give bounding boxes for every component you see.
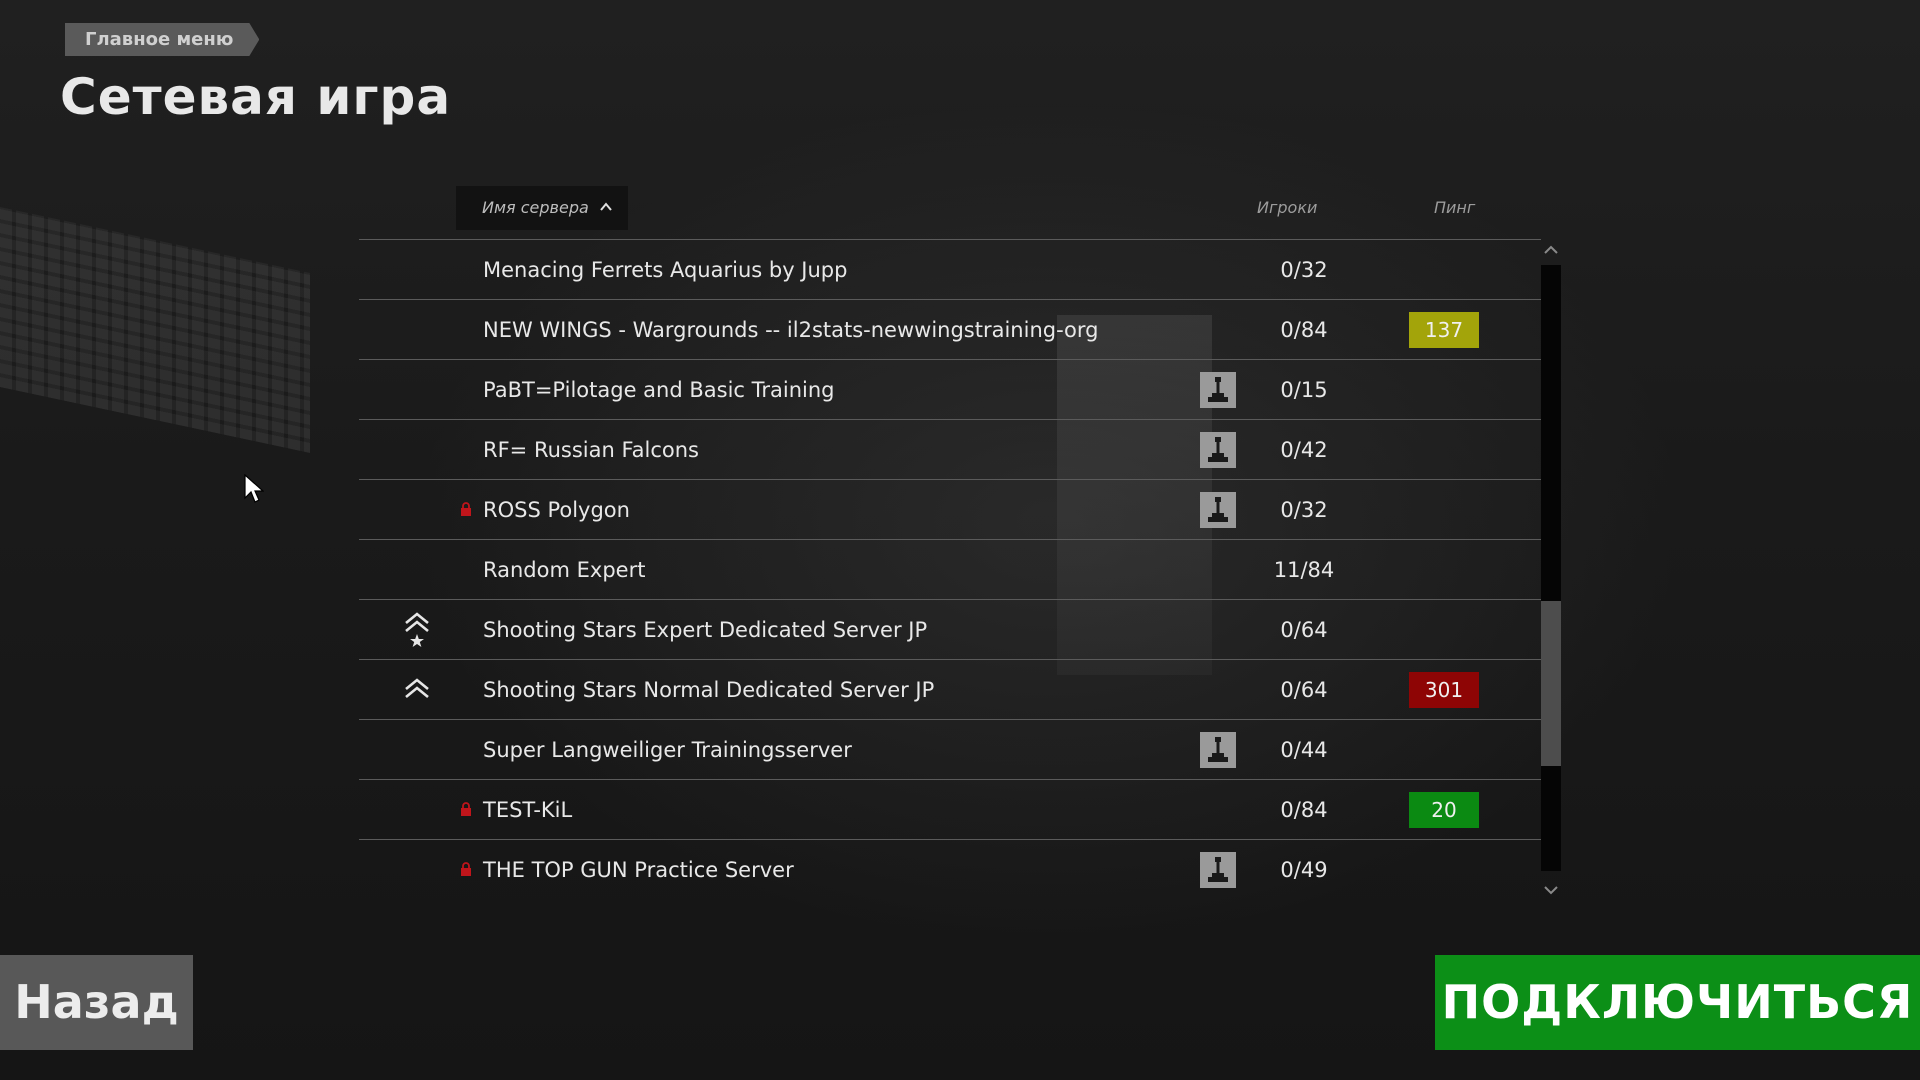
table-row[interactable]: Random Expert 11/84 (359, 540, 1541, 600)
server-name: Shooting Stars Normal Dedicated Server J… (483, 678, 935, 702)
joystick-icon (1200, 372, 1236, 408)
player-count: 0/49 (1280, 858, 1328, 882)
server-name: ROSS Polygon (483, 498, 630, 522)
column-header-players[interactable]: Игроки (1257, 186, 1317, 230)
server-list: Menacing Ferrets Aquarius by Jupp 0/32 NEW… (359, 240, 1541, 900)
sort-ascending-icon (600, 202, 612, 211)
table-row[interactable]: NEW WINGS - Wargrounds -- il2stats-newwi… (359, 300, 1541, 360)
scroll-down-arrow-icon[interactable] (1541, 883, 1561, 897)
joystick-icon (1200, 432, 1236, 468)
rank-expert-icon (405, 612, 429, 647)
breadcrumb-main-menu[interactable]: Главное меню (65, 23, 259, 56)
back-button[interactable]: Назад (0, 955, 193, 1050)
table-header: Имя сервера Игроки Пинг (359, 186, 1541, 240)
player-count: 0/84 (1280, 318, 1328, 342)
rank-normal-icon (405, 678, 429, 699)
table-row[interactable]: Shooting Stars Normal Dedicated Server J… (359, 660, 1541, 720)
table-row[interactable]: ROSS Polygon 0/32 (359, 480, 1541, 540)
server-name: Shooting Stars Expert Dedicated Server J… (483, 618, 928, 642)
column-header-server-name-label: Имя сервера (482, 198, 589, 217)
table-row[interactable]: THE TOP GUN Practice Server 0/49 (359, 840, 1541, 900)
mouse-cursor-icon (244, 474, 264, 503)
server-name: TEST-KiL (483, 798, 573, 822)
scrollbar-track[interactable] (1541, 265, 1561, 871)
player-count: 0/84 (1280, 798, 1328, 822)
player-count: 0/42 (1280, 438, 1328, 462)
server-name: Random Expert (483, 558, 646, 582)
connect-button[interactable]: ПОДКЛЮЧИТЬСЯ (1435, 955, 1920, 1050)
ping-badge: 301 (1409, 672, 1479, 708)
player-count: 0/32 (1280, 498, 1328, 522)
player-count: 0/44 (1280, 738, 1328, 762)
joystick-icon (1200, 852, 1236, 888)
lock-icon (461, 862, 471, 876)
scrollbar-thumb[interactable] (1541, 601, 1561, 766)
player-count: 0/15 (1280, 378, 1328, 402)
column-header-ping[interactable]: Пинг (1434, 186, 1475, 230)
server-name: THE TOP GUN Practice Server (483, 858, 794, 882)
table-row[interactable]: Super Langweiliger Trainingsserver 0/44 (359, 720, 1541, 780)
lock-icon (461, 502, 471, 516)
server-name: Menacing Ferrets Aquarius by Jupp (483, 258, 848, 282)
page-title: Сетевая игра (60, 68, 452, 126)
player-count: 11/84 (1273, 558, 1335, 582)
player-count: 0/64 (1280, 618, 1328, 642)
table-row[interactable]: TEST-KiL 0/84 20 (359, 780, 1541, 840)
table-row[interactable]: PaBT=Pilotage and Basic Training 0/15 (359, 360, 1541, 420)
ping-badge: 20 (1409, 792, 1479, 828)
table-row[interactable]: RF= Russian Falcons 0/42 (359, 420, 1541, 480)
server-table: Имя сервера Игроки Пинг Menacing Ferrets… (359, 186, 1541, 888)
background-grid (0, 207, 310, 453)
server-name: RF= Russian Falcons (483, 438, 699, 462)
column-header-server-name[interactable]: Имя сервера (456, 186, 628, 230)
joystick-icon (1200, 732, 1236, 768)
table-row[interactable]: Menacing Ferrets Aquarius by Jupp 0/32 (359, 240, 1541, 300)
player-count: 0/64 (1280, 678, 1328, 702)
joystick-icon (1200, 492, 1236, 528)
table-row[interactable]: Shooting Stars Expert Dedicated Server J… (359, 600, 1541, 660)
player-count: 0/32 (1280, 258, 1328, 282)
lock-icon (461, 802, 471, 816)
server-name: PaBT=Pilotage and Basic Training (483, 378, 835, 402)
ping-badge: 137 (1409, 312, 1479, 348)
server-name: Super Langweiliger Trainingsserver (483, 738, 852, 762)
server-name: NEW WINGS - Wargrounds -- il2stats-newwi… (483, 318, 1099, 342)
scroll-up-arrow-icon[interactable] (1541, 243, 1561, 257)
